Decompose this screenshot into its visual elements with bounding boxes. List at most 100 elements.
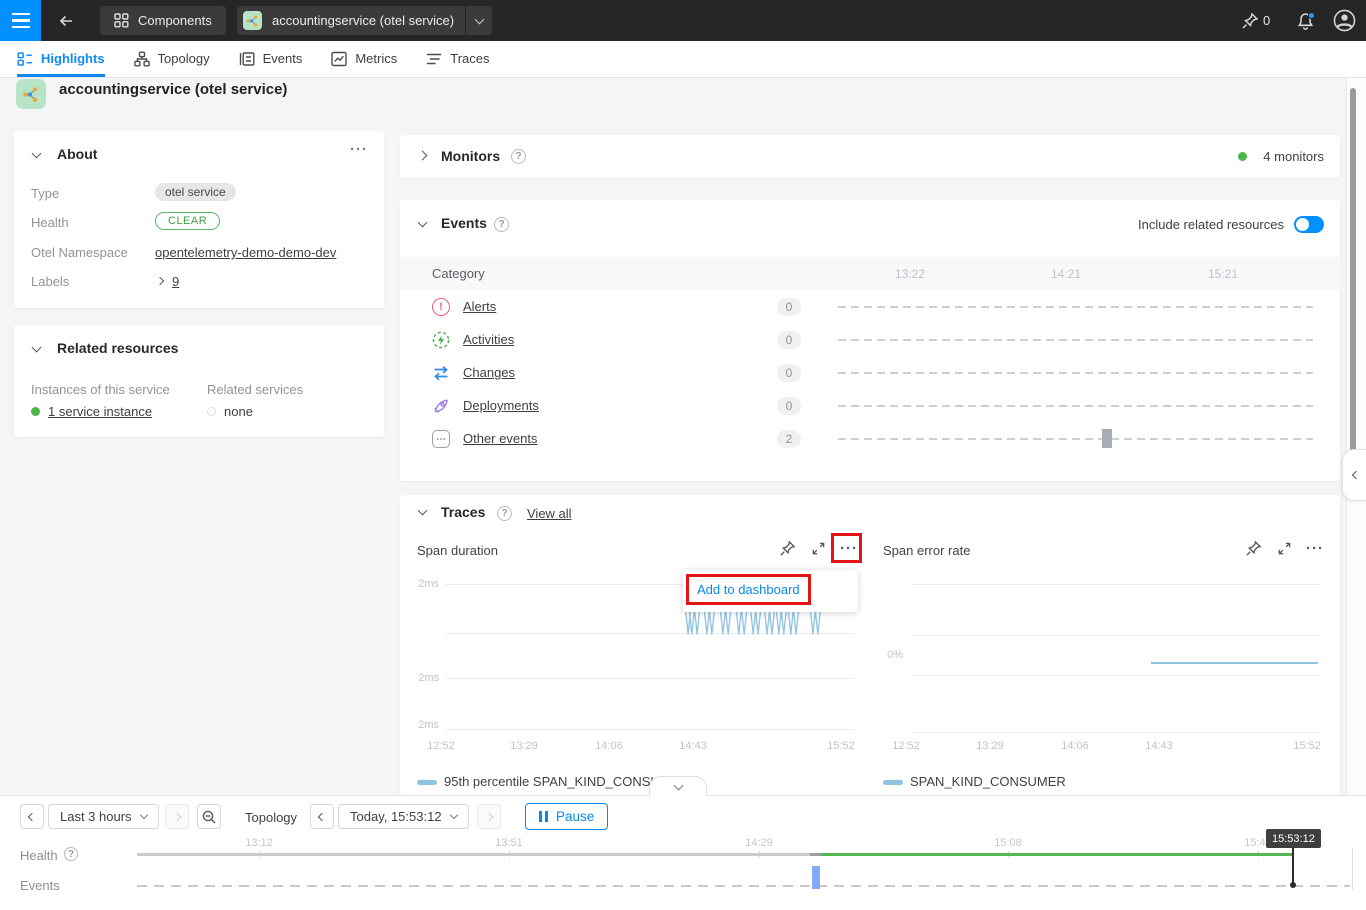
- namespace-link[interactable]: opentelemetry-demo-demo-dev: [155, 245, 336, 260]
- view-all-link[interactable]: View all: [527, 506, 572, 521]
- traces-card: Traces ? View all Span duration ··· 2ms …: [400, 495, 1340, 795]
- range-prev-button[interactable]: [20, 804, 44, 829]
- x-tick: 12:52: [427, 740, 455, 752]
- monitors-help-icon[interactable]: ?: [511, 149, 526, 164]
- events-help-icon[interactable]: ?: [494, 217, 509, 232]
- other-events-marker[interactable]: [1102, 429, 1112, 448]
- avatar-icon: [1333, 9, 1356, 32]
- pin-button[interactable]: [1238, 9, 1262, 33]
- arrow-left-icon: [57, 13, 75, 29]
- deployment-rocket-icon: [432, 397, 450, 415]
- tab-highlights[interactable]: Highlights: [17, 41, 105, 77]
- page-entity-icon: [16, 79, 46, 109]
- components-button[interactable]: Components: [100, 6, 226, 35]
- scrollbar-track[interactable]: [1346, 78, 1366, 795]
- deployments-link[interactable]: Deployments: [463, 398, 539, 413]
- service-instance-link[interactable]: 1 service instance: [48, 404, 152, 419]
- zoom-out-icon: [201, 809, 217, 825]
- zoom-out-button[interactable]: [197, 804, 221, 829]
- health-row-label: Health: [20, 848, 58, 863]
- event-row-deployments: Deployments 0: [400, 389, 1340, 422]
- category-column-header: Category: [432, 266, 485, 281]
- view-tabs-bar: Highlights Topology Events Metrics Trace…: [0, 41, 1366, 78]
- scrollbar-thumb[interactable]: [1350, 88, 1356, 456]
- page-title: accountingservice (otel service): [59, 81, 287, 98]
- instances-label: Instances of this service: [31, 382, 170, 397]
- hamburger-menu-button[interactable]: [0, 0, 41, 41]
- traces-help-icon[interactable]: ?: [497, 506, 512, 521]
- datetime-next-button[interactable]: [477, 804, 501, 829]
- changes-timeline: [838, 372, 1313, 374]
- range-next-button[interactable]: [165, 804, 189, 829]
- pin-icon: [779, 540, 796, 557]
- about-health-label: Health: [31, 215, 69, 230]
- alert-icon: !: [432, 298, 450, 316]
- collapse-chevron-icon[interactable]: [418, 506, 428, 516]
- monitors-card[interactable]: Monitors ? 4 monitors: [400, 135, 1340, 178]
- changes-link[interactable]: Changes: [463, 365, 515, 380]
- entity-tab[interactable]: accountingservice (otel service): [237, 6, 492, 35]
- timeline-event-bar[interactable]: [812, 866, 820, 889]
- expand-chevron-icon[interactable]: [418, 151, 428, 161]
- chart-menu-button[interactable]: ···: [1303, 536, 1327, 560]
- back-button[interactable]: [53, 8, 79, 34]
- expand-chart-button[interactable]: [1272, 536, 1296, 560]
- collapse-chevron-icon[interactable]: [418, 218, 428, 228]
- tab-topology[interactable]: Topology: [134, 41, 210, 77]
- legend-label[interactable]: SPAN_KIND_CONSUMER: [910, 774, 1066, 789]
- app: Components accountingservice (otel servi…: [0, 0, 1366, 910]
- time-column-2: 14:21: [1051, 267, 1081, 281]
- pin-chart-button[interactable]: [775, 536, 799, 560]
- activities-link[interactable]: Activities: [463, 332, 514, 347]
- health-line-pending: [810, 853, 821, 856]
- alerts-link[interactable]: Alerts: [463, 299, 496, 314]
- datetime-dropdown[interactable]: Today, 15:53:12: [338, 804, 469, 829]
- time-range-dropdown[interactable]: Last 3 hours: [48, 804, 159, 829]
- y-tick: 0%: [870, 649, 903, 661]
- right-panel-collapse-handle[interactable]: [1342, 449, 1366, 501]
- health-help-icon[interactable]: ?: [64, 847, 78, 861]
- about-menu-button[interactable]: ···: [350, 141, 368, 158]
- timeline-collapse-tab[interactable]: [649, 776, 707, 796]
- collapse-chevron-icon[interactable]: [32, 149, 42, 159]
- labels-count-link[interactable]: 9: [172, 274, 179, 289]
- pin-chart-button[interactable]: [1241, 536, 1265, 560]
- span-error-rate-title: Span error rate: [883, 543, 970, 558]
- metrics-icon: [331, 51, 347, 67]
- related-resources-title: Related resources: [57, 340, 178, 356]
- other-events-link[interactable]: Other events: [463, 431, 537, 446]
- event-row-activities: Activities 0: [400, 323, 1340, 356]
- tab-metrics[interactable]: Metrics: [331, 41, 397, 77]
- include-related-toggle[interactable]: [1294, 216, 1324, 233]
- x-tick: 14:06: [595, 740, 623, 752]
- expand-labels-chevron-icon[interactable]: [156, 277, 164, 285]
- user-avatar-button[interactable]: [1333, 9, 1356, 32]
- annotation-box-menu: [831, 533, 862, 563]
- tab-traces[interactable]: Traces: [426, 41, 489, 77]
- expand-icon: [811, 541, 826, 556]
- events-table-header: Category 13:22 14:21 15:21: [400, 257, 1340, 290]
- collapse-chevron-icon[interactable]: [32, 343, 42, 353]
- related-services-label: Related services: [207, 382, 303, 397]
- chevron-down-icon: [673, 780, 683, 790]
- events-timeline-track[interactable]: [137, 885, 1350, 887]
- expand-chart-button[interactable]: [806, 536, 830, 560]
- notifications-button[interactable]: [1292, 8, 1318, 34]
- datetime-prev-button[interactable]: [310, 804, 334, 829]
- x-tick: 15:52: [1293, 740, 1321, 752]
- include-related-label: Include related resources: [1138, 217, 1284, 232]
- playhead-line[interactable]: [1292, 848, 1294, 885]
- playhead-tooltip: 15:53:12: [1266, 829, 1321, 848]
- tab-events[interactable]: Events: [239, 41, 303, 77]
- events-rows: ! Alerts 0 Activities 0 Changes 0 Deploy…: [400, 290, 1340, 455]
- topology-icon: [134, 51, 150, 67]
- span-error-rate-chart[interactable]: [911, 584, 1320, 732]
- activities-timeline: [838, 339, 1313, 341]
- toggle-knob: [1296, 218, 1309, 231]
- pause-button[interactable]: Pause: [525, 803, 608, 830]
- event-row-changes: Changes 0: [400, 356, 1340, 389]
- entity-tab-chevron-button[interactable]: [466, 6, 492, 35]
- playhead-dot: [1290, 882, 1296, 888]
- timeline-tick: 13:51: [495, 837, 523, 849]
- pin-count: 0: [1263, 13, 1270, 28]
